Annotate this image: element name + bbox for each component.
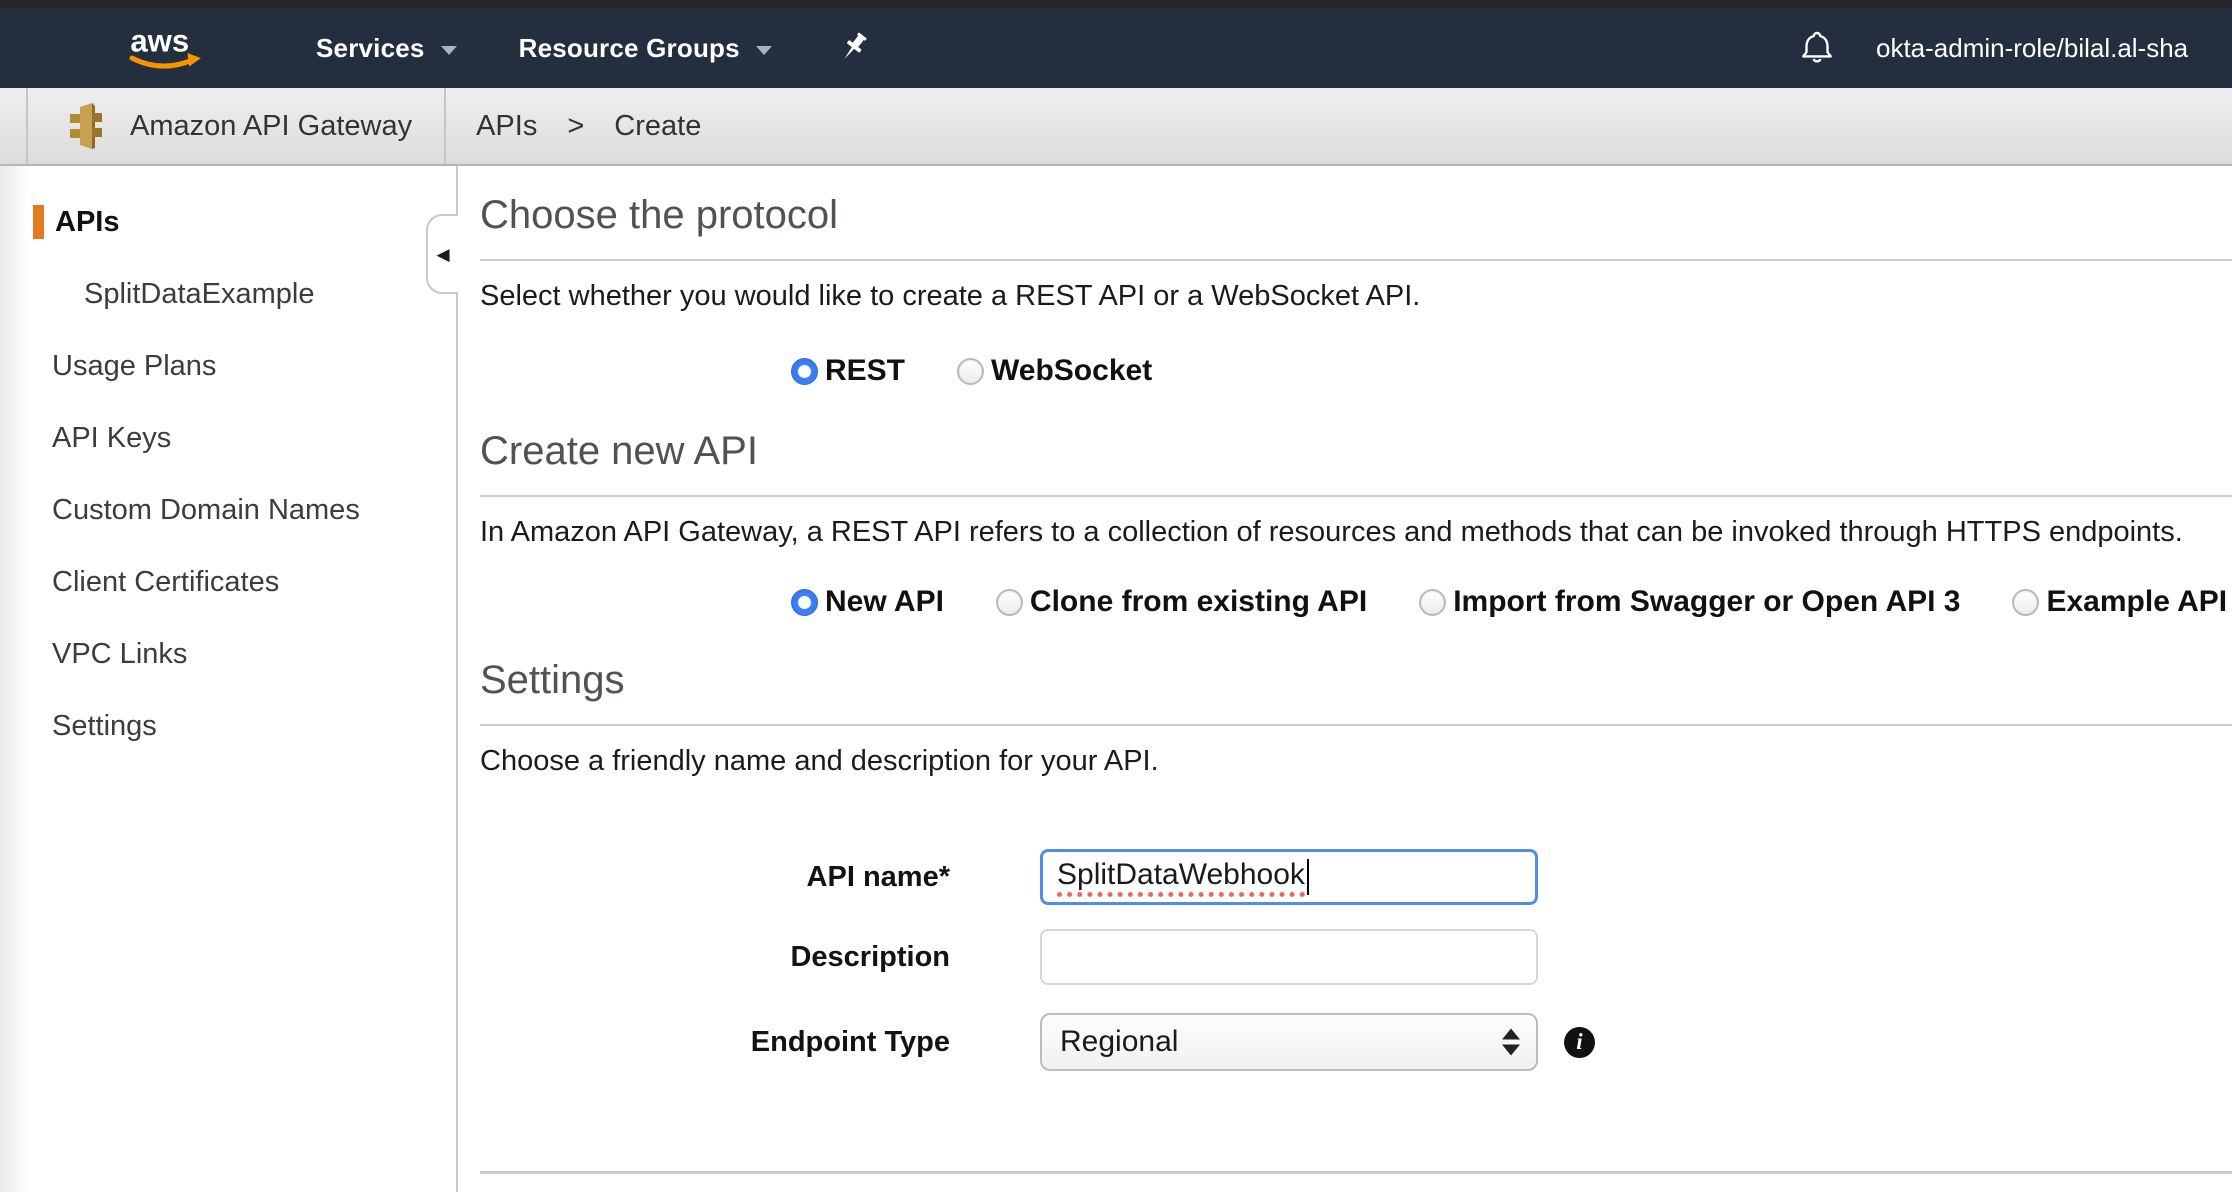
sidebar-item-label: API Keys [52,422,171,455]
sidebar-item-usage-plans[interactable]: Usage Plans [0,330,456,402]
sidebar-item-client-certificates[interactable]: Client Certificates [0,546,456,618]
radio-option-import-swagger[interactable]: Import from Swagger or Open API 3 [1419,585,1960,619]
chevron-down-icon [441,46,457,55]
service-name-label: Amazon API Gateway [130,110,412,143]
nav-right-group: okta-admin-role/bilal.al-sha [1800,8,2188,88]
breadcrumb-apis-link[interactable]: APIs [476,110,537,143]
aws-top-navbar: aws Services Resource Groups okta-admi [0,8,2232,88]
radio-label: REST [825,354,905,388]
endpoint-type-label: Endpoint Type [480,1026,950,1059]
sidebar-item-label: VPC Links [52,638,187,671]
sidebar-item-apis[interactable]: APIs [0,186,456,258]
api-name-row: API name* SplitDataWebhook [480,849,2232,905]
radio-unselected-icon[interactable] [957,358,984,385]
api-name-label: API name* [480,861,950,894]
sidebar-item-label: Settings [52,710,157,743]
sidebar-item-settings[interactable]: Settings [0,690,456,762]
settings-description: Choose a friendly name and description f… [480,743,2232,779]
radio-option-clone-existing[interactable]: Clone from existing API [996,585,1367,619]
endpoint-type-row: Endpoint Type Regional i [480,1013,2232,1071]
pushpin-icon[interactable] [836,30,870,66]
nav-resource-groups-menu[interactable]: Resource Groups [519,33,772,64]
api-gateway-icon [64,102,108,150]
main-content: Choose the protocol Select whether you w… [458,166,2232,1192]
select-stepper-icon [1502,1029,1520,1056]
radio-unselected-icon[interactable] [2012,589,2039,616]
section-divider [480,724,2232,726]
section-title-create-new-api: Create new API [480,428,2232,474]
sidebar-item-label: SplitDataExample [84,278,315,311]
protocol-radio-group: REST WebSocket [791,352,2232,390]
description-row: Description [480,929,2232,985]
sidebar-item-label: Usage Plans [52,350,216,383]
bell-icon[interactable] [1800,29,1834,67]
footer-divider [480,1171,2232,1174]
window-chrome-strip [0,0,2232,8]
sidebar: APIs SplitDataExample Usage Plans API Ke… [0,166,458,1192]
chevron-down-icon [756,46,772,55]
breadcrumb-bar: Amazon API Gateway APIs > Create [0,88,2232,166]
sidebar-item-vpc-links[interactable]: VPC Links [0,618,456,690]
radio-unselected-icon[interactable] [996,589,1023,616]
radio-label: Example API [2046,585,2227,619]
sidebar-item-splitdataexample[interactable]: SplitDataExample [0,258,456,330]
sidebar-item-label: Custom Domain Names [52,494,360,527]
nav-resource-groups-label: Resource Groups [519,33,740,64]
breadcrumb-create-item: Create [614,110,701,143]
radio-selected-icon[interactable] [791,589,818,616]
endpoint-type-value: Regional [1060,1025,1178,1059]
account-role-label[interactable]: okta-admin-role/bilal.al-sha [1876,33,2188,64]
text-caret [1307,859,1309,895]
sidebar-item-custom-domain-names[interactable]: Custom Domain Names [0,474,456,546]
nav-services-menu[interactable]: Services [316,33,457,64]
radio-label: New API [825,585,944,619]
endpoint-type-select[interactable]: Regional [1040,1013,1538,1071]
radio-option-new-api[interactable]: New API [791,585,944,619]
nav-services-label: Services [316,33,425,64]
sidebar-item-label: Client Certificates [52,566,279,599]
radio-option-websocket[interactable]: WebSocket [957,354,1152,388]
api-name-input[interactable]: SplitDataWebhook [1040,849,1538,905]
sidebar-item-api-keys[interactable]: API Keys [0,402,456,474]
section-divider [480,259,2232,261]
radio-option-rest[interactable]: REST [791,354,905,388]
radio-label: WebSocket [991,354,1152,388]
service-home[interactable]: Amazon API Gateway [28,88,446,164]
sidebar-collapse-toggle[interactable]: ◀ [426,214,458,294]
api-settings-form: API name* SplitDataWebhook Description E… [480,849,2232,1071]
aws-logo-icon[interactable]: aws [122,22,206,74]
radio-label: Clone from existing API [1030,585,1367,619]
description-input[interactable] [1040,929,1538,985]
breadcrumb: APIs > Create [446,88,701,164]
sidebar-item-label: APIs [55,206,119,239]
api-name-value: SplitDataWebhook [1057,858,1305,897]
svg-text:aws: aws [130,23,189,58]
section-divider [480,495,2232,497]
protocol-description: Select whether you would like to create … [480,278,2232,314]
section-title-settings: Settings [480,657,2232,703]
radio-selected-icon[interactable] [791,358,818,385]
radio-unselected-icon[interactable] [1419,589,1446,616]
radio-label: Import from Swagger or Open API 3 [1453,585,1960,619]
create-api-description: In Amazon API Gateway, a REST API refers… [480,514,2232,550]
section-title-choose-protocol: Choose the protocol [480,192,2232,238]
api-source-radio-group: New API Clone from existing API Import f… [791,583,2232,621]
breadcrumb-edge-cell [0,88,28,164]
collapse-left-arrow-icon: ◀ [436,246,449,263]
info-icon[interactable]: i [1564,1027,1595,1058]
radio-option-example-api[interactable]: Example API [2012,585,2227,619]
description-label: Description [480,941,950,974]
active-indicator-bar [33,205,44,239]
breadcrumb-separator: > [567,110,584,143]
